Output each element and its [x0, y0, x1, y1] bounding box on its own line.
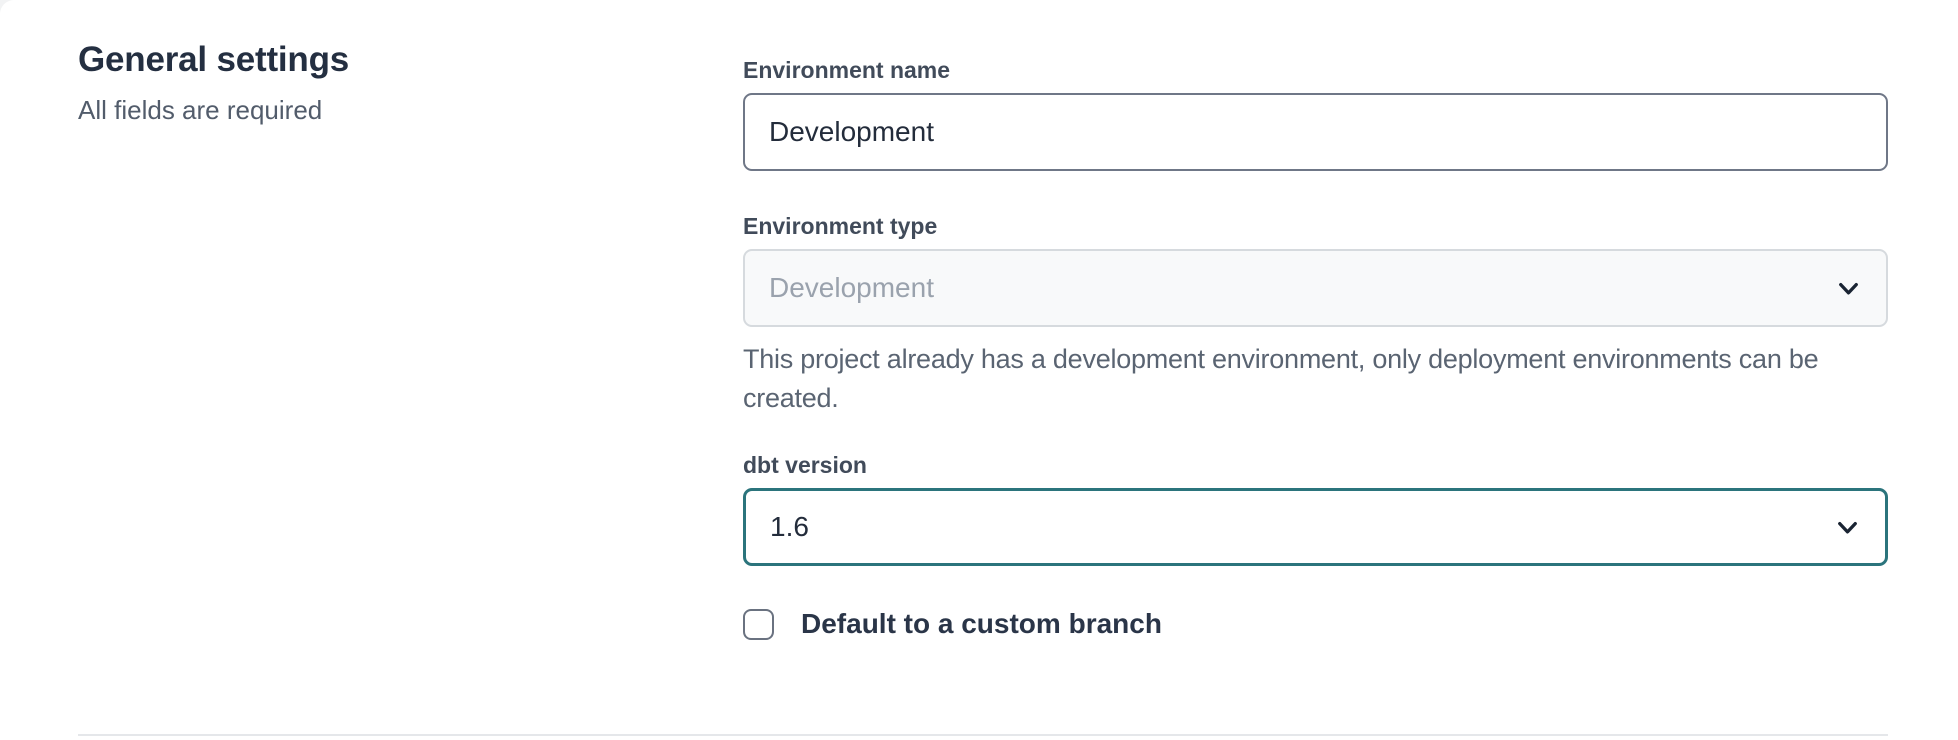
field-dbt-version: dbt version 1.6	[743, 451, 1888, 566]
dbt-version-select[interactable]: 1.6	[743, 488, 1888, 566]
chevron-down-icon	[1832, 512, 1863, 543]
settings-panel: General settings All fields are required…	[0, 0, 1958, 740]
general-settings-form: Environment name Environment type Develo…	[743, 56, 1888, 641]
section-divider	[78, 734, 1888, 736]
custom-branch-label: Default to a custom branch	[801, 607, 1162, 641]
environment-type-label: Environment type	[743, 212, 1888, 240]
field-custom-branch: Default to a custom branch	[743, 607, 1888, 641]
environment-name-input[interactable]	[743, 93, 1888, 171]
environment-name-label: Environment name	[743, 56, 1888, 84]
dbt-version-value: 1.6	[770, 511, 809, 543]
custom-branch-checkbox[interactable]	[743, 609, 774, 640]
environment-type-helper: This project already has a development e…	[743, 340, 1888, 418]
section-header: General settings All fields are required	[78, 38, 678, 126]
page-title: General settings	[78, 38, 678, 82]
dbt-version-label: dbt version	[743, 451, 1888, 479]
page-subtitle: All fields are required	[78, 94, 678, 126]
chevron-down-icon	[1833, 273, 1864, 304]
environment-type-select: Development	[743, 249, 1888, 327]
environment-type-value: Development	[769, 272, 934, 304]
field-environment-type: Environment type Development This projec…	[743, 212, 1888, 418]
field-environment-name: Environment name	[743, 56, 1888, 171]
